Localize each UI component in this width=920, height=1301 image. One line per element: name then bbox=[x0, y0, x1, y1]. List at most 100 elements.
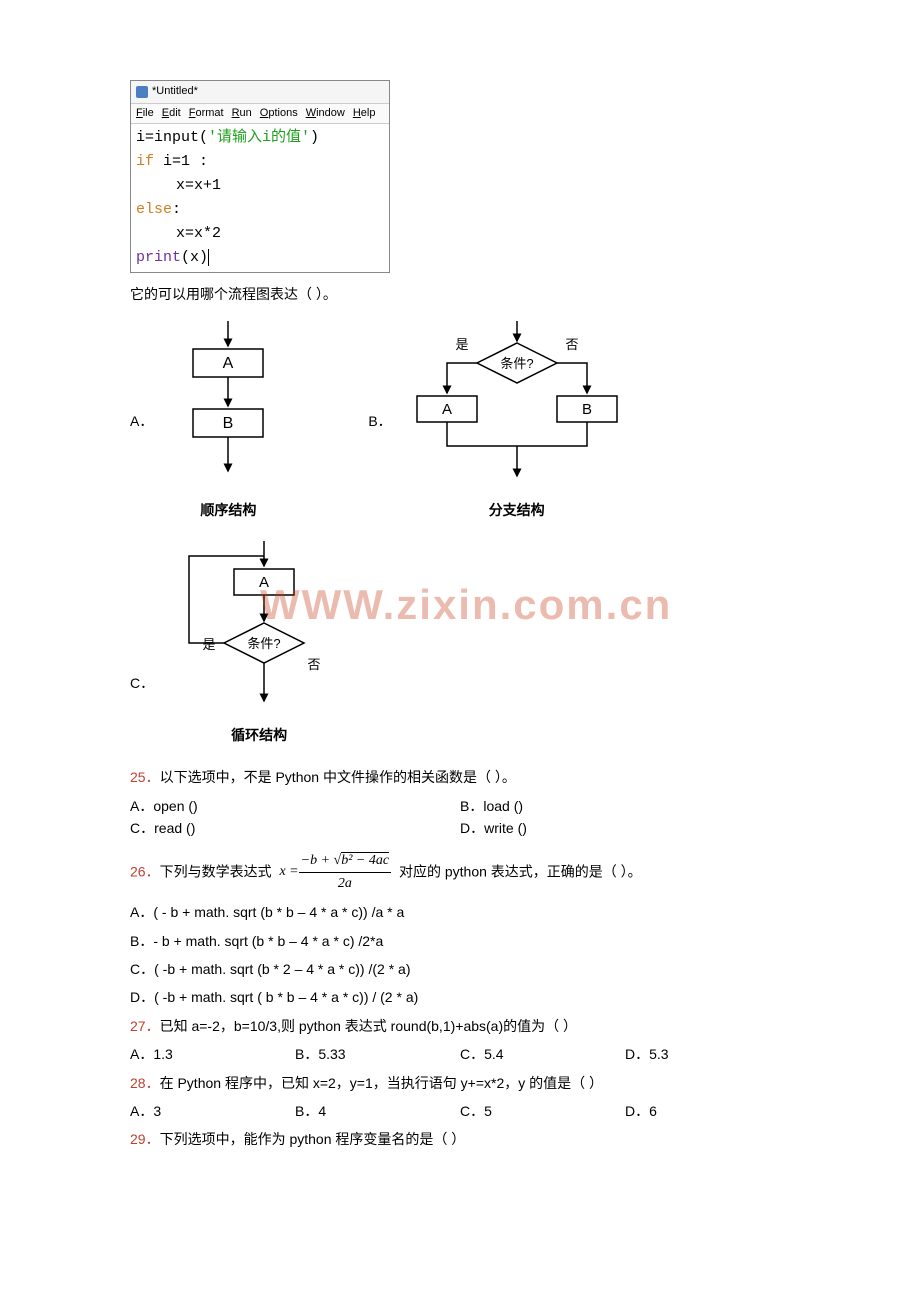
q28-b-label: B． bbox=[295, 1103, 318, 1119]
q27-text: 已知 a=-2，b=10/3,则 python 表达式 round(b,1)+a… bbox=[160, 1018, 577, 1034]
code-l4-kw: else bbox=[136, 201, 172, 218]
title-bar: *Untitled* bbox=[131, 81, 389, 104]
code-l6-fn: print bbox=[136, 249, 181, 266]
code-l2-kw: if bbox=[136, 153, 154, 170]
q28-c: 5 bbox=[484, 1103, 492, 1119]
q25-c: read () bbox=[154, 820, 195, 836]
q27-c: 5.4 bbox=[484, 1046, 503, 1062]
q26-frac-top-sqrt: b² − 4ac bbox=[341, 852, 389, 868]
q25-d: write () bbox=[484, 820, 527, 836]
menu-run[interactable]: Run bbox=[232, 105, 252, 123]
svg-text:A: A bbox=[259, 574, 269, 591]
q26-c: ( -b + math. sqrt (b * 2 – 4 * a * c)) /… bbox=[154, 961, 410, 977]
svg-text:是: 是 bbox=[455, 337, 468, 352]
q28-a: 3 bbox=[153, 1103, 161, 1119]
q27-a-label: A． bbox=[130, 1046, 153, 1062]
q25-b: load () bbox=[483, 798, 523, 814]
q26-line: 26．下列与数学表达式 x = −b + √b² − 4ac 2a 对应的 py… bbox=[130, 850, 790, 896]
code-l5: x=x*2 bbox=[176, 225, 221, 242]
q26-text-before: 下列与数学表达式 bbox=[160, 863, 272, 879]
diagram-sequential: A B 顺序结构 bbox=[168, 321, 288, 521]
q27-b: 5.33 bbox=[318, 1046, 345, 1062]
q29-line: 29．下列选项中，能作为 python 程序变量名的是（ ） bbox=[130, 1128, 790, 1150]
q28-c-label: C． bbox=[460, 1103, 484, 1119]
code-l1-assign: i=input bbox=[136, 129, 199, 146]
q25-d-label: D． bbox=[460, 820, 484, 836]
code-l6-arg: (x) bbox=[181, 249, 208, 266]
q26-b-label: B． bbox=[130, 933, 153, 949]
svg-text:A: A bbox=[223, 355, 234, 372]
menu-window[interactable]: Window bbox=[306, 105, 345, 123]
q25-text: 以下选项中，不是 Python 中文件操作的相关函数是（ ）。 bbox=[160, 769, 516, 785]
cursor-icon bbox=[208, 249, 218, 266]
q28-text: 在 Python 程序中，已知 x=2，y=1，当执行语句 y+=x*2，y 的… bbox=[160, 1075, 603, 1091]
window-title: *Untitled* bbox=[152, 83, 198, 101]
opt-a-label: A． bbox=[130, 410, 153, 432]
q26-xeq: x = bbox=[279, 861, 298, 883]
q26-formula: x = −b + √b² − 4ac 2a bbox=[279, 850, 391, 896]
diagram-b-caption: 分支结构 bbox=[489, 499, 545, 521]
python-app-icon bbox=[136, 86, 148, 98]
q26-text-after: 对应的 python 表达式，正确的是（ ）。 bbox=[399, 863, 642, 879]
q27-c-label: C． bbox=[460, 1046, 484, 1062]
q28-b: 4 bbox=[318, 1103, 326, 1119]
q28-d: 6 bbox=[649, 1103, 657, 1119]
q28-num: 28． bbox=[130, 1075, 160, 1091]
q26-d: ( -b + math. sqrt ( b * b – 4 * a * c)) … bbox=[154, 989, 418, 1005]
menu-format[interactable]: Format bbox=[189, 105, 224, 123]
q25-a-label: A． bbox=[130, 798, 153, 814]
branch-flowchart-icon: 条件? 是 否 A B bbox=[407, 321, 627, 491]
code-l3: x=x+1 bbox=[176, 177, 221, 194]
q26-a: ( - b + math. sqrt (b * b – 4 * a * c)) … bbox=[153, 904, 404, 920]
q24-tail-text: 它的可以用哪个流程图表达（ ）。 bbox=[130, 283, 790, 305]
svg-text:B: B bbox=[223, 415, 234, 432]
menu-edit[interactable]: Edit bbox=[162, 105, 181, 123]
q26-a-label: A． bbox=[130, 904, 153, 920]
svg-text:条件?: 条件? bbox=[248, 636, 281, 651]
q28-line: 28．在 Python 程序中，已知 x=2，y=1，当执行语句 y+=x*2，… bbox=[130, 1072, 790, 1094]
svg-text:B: B bbox=[582, 401, 592, 418]
code-l1-po: ( bbox=[199, 129, 208, 146]
menu-file[interactable]: File bbox=[136, 105, 154, 123]
code-l4-colon: : bbox=[172, 201, 181, 218]
menu-options[interactable]: Options bbox=[260, 105, 298, 123]
sequential-flowchart-icon: A B bbox=[168, 321, 288, 491]
svg-text:条件?: 条件? bbox=[500, 356, 533, 371]
q28-d-label: D． bbox=[625, 1103, 649, 1119]
opt-c-label: C． bbox=[130, 672, 154, 694]
code-l1-pc: ) bbox=[310, 129, 319, 146]
code-l1-str: '请输入i的值' bbox=[208, 129, 310, 146]
q29-num: 29． bbox=[130, 1131, 160, 1147]
code-editor-window: *Untitled* File Edit Format Run Options … bbox=[130, 80, 390, 273]
loop-flowchart-icon: A 条件? 是 否 bbox=[169, 541, 349, 716]
code-body: i=input('请输入i的值') if i=1 : x=x+1 else: x… bbox=[131, 124, 389, 272]
menu-bar: File Edit Format Run Options Window Help bbox=[131, 104, 389, 125]
diagram-loop: A 条件? 是 否 循环结构 bbox=[169, 541, 349, 746]
diagram-branch: 条件? 是 否 A B 分支结构 bbox=[407, 321, 627, 521]
svg-text:是: 是 bbox=[203, 637, 216, 652]
q29-text: 下列选项中，能作为 python 程序变量名的是（ ） bbox=[160, 1131, 466, 1147]
svg-text:否: 否 bbox=[565, 337, 578, 352]
q27-line: 27．已知 a=-2，b=10/3,则 python 表达式 round(b,1… bbox=[130, 1015, 790, 1037]
svg-text:A: A bbox=[442, 401, 452, 418]
q28-a-label: A． bbox=[130, 1103, 153, 1119]
q26-frac-top-left: −b + bbox=[301, 853, 334, 868]
q26-b: - b + math. sqrt (b * b – 4 * a * c) /2*… bbox=[153, 933, 383, 949]
q25-b-label: B． bbox=[460, 798, 483, 814]
menu-help[interactable]: Help bbox=[353, 105, 376, 123]
diagram-c-caption: 循环结构 bbox=[231, 724, 287, 746]
opt-b-label: B． bbox=[368, 410, 391, 432]
q25-a: open () bbox=[153, 798, 197, 814]
q25-line: 25．以下选项中，不是 Python 中文件操作的相关函数是（ ）。 bbox=[130, 766, 790, 788]
q26-frac-bot: 2a bbox=[336, 873, 354, 895]
q25-c-label: C． bbox=[130, 820, 154, 836]
q25-num: 25． bbox=[130, 769, 160, 785]
q26-c-label: C． bbox=[130, 961, 154, 977]
diagram-a-caption: 顺序结构 bbox=[200, 499, 256, 521]
q27-d-label: D． bbox=[625, 1046, 649, 1062]
q26-num: 26． bbox=[130, 863, 160, 879]
q27-b-label: B． bbox=[295, 1046, 318, 1062]
svg-text:否: 否 bbox=[308, 657, 321, 672]
q27-d: 5.3 bbox=[649, 1046, 668, 1062]
q26-d-label: D． bbox=[130, 989, 154, 1005]
